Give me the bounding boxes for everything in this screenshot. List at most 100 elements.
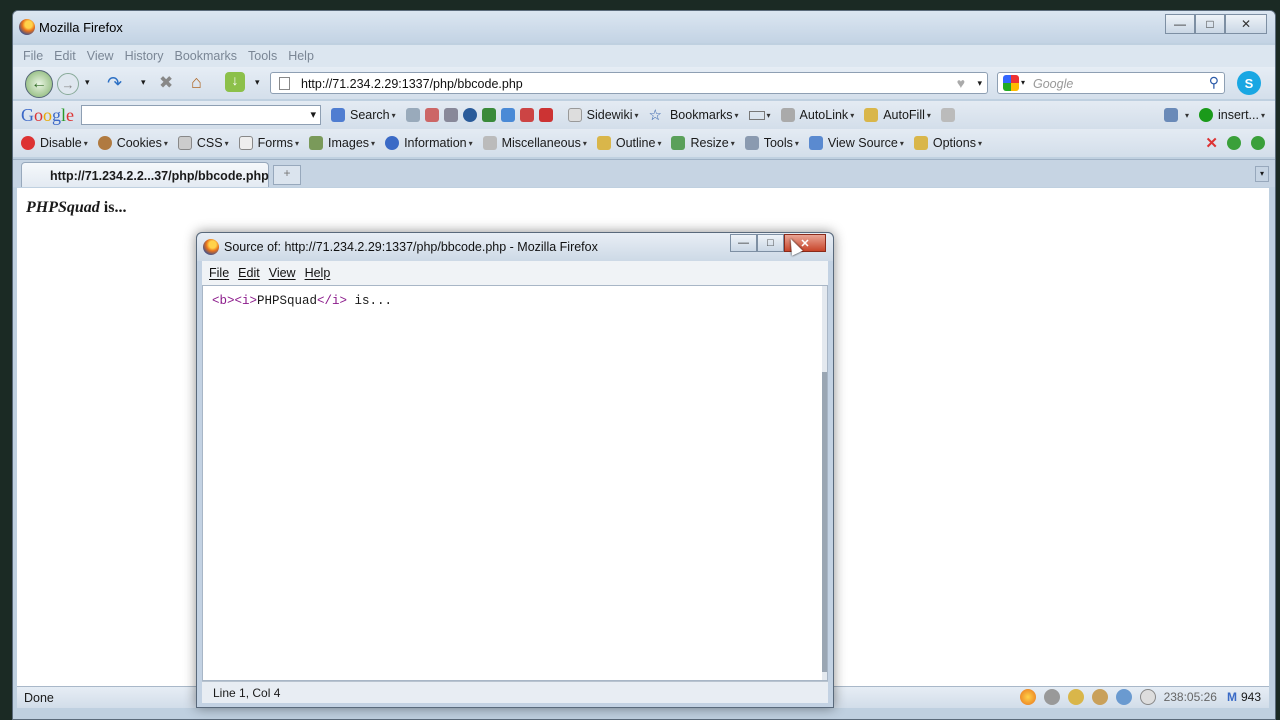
source-scrollbar[interactable]: [822, 286, 827, 680]
source-code: <b><i>PHPSquad</i> is...: [212, 294, 392, 308]
firefox-status-icon[interactable]: [1019, 689, 1036, 705]
firefox-icon: [203, 239, 219, 255]
greasemonkey-icon[interactable]: [1091, 689, 1108, 705]
resize-menu[interactable]: Resize ▾: [671, 136, 735, 150]
firefox-icon: [19, 19, 35, 35]
forms-icon: [238, 136, 253, 150]
wrench-button[interactable]: ▾: [1163, 108, 1189, 122]
wand-icon: [780, 108, 795, 122]
source-menu-bar: File Edit View Help: [202, 261, 828, 285]
menu-edit[interactable]: Edit: [54, 49, 76, 63]
url-dropdown-icon[interactable]: ▾: [977, 78, 982, 89]
puzzle-status-icon[interactable]: [1067, 689, 1084, 705]
forms-menu[interactable]: Forms ▾: [238, 136, 299, 150]
history-dropdown-icon[interactable]: ▾: [85, 77, 90, 88]
wrench-icon: [1163, 108, 1178, 122]
miscellaneous-menu[interactable]: Miscellaneous ▾: [482, 136, 587, 150]
insert-button[interactable]: insert... ▾: [1198, 108, 1265, 122]
new-tab-button[interactable]: +: [273, 165, 301, 185]
title-bar[interactable]: Mozilla Firefox — □ ✕: [13, 11, 1275, 43]
up-arrow-icon: [405, 108, 420, 122]
gmail-icon[interactable]: M: [1227, 690, 1237, 704]
close-button[interactable]: ✕: [1225, 14, 1267, 34]
pagerank-meter[interactable]: ▾: [748, 110, 771, 120]
source-menu-view[interactable]: View: [269, 266, 296, 280]
tools-icon: [744, 136, 759, 150]
code-text: PHPSquad: [257, 294, 318, 308]
search-icon[interactable]: ⚲: [1209, 74, 1219, 91]
source-menu-edit[interactable]: Edit: [238, 266, 260, 280]
autofill-icon: [864, 108, 879, 122]
autofill-button[interactable]: AutoFill ▾: [864, 108, 931, 122]
css-menu[interactable]: CSS ▾: [177, 136, 229, 150]
tools-menu[interactable]: Tools ▾: [744, 136, 799, 150]
view-source-menu[interactable]: View Source ▾: [808, 136, 904, 150]
search-placeholder: Google: [1033, 77, 1074, 91]
status-tray: 238:05:26 M 943: [1019, 689, 1261, 705]
options-menu[interactable]: Options ▾: [913, 136, 982, 150]
forward-button[interactable]: →: [57, 73, 79, 95]
menu-file[interactable]: File: [23, 49, 43, 63]
outline-menu[interactable]: Outline ▾: [596, 136, 661, 150]
stop-icon[interactable]: ✖: [159, 73, 173, 93]
minimize-button[interactable]: —: [1165, 14, 1195, 34]
error-x-icon[interactable]: ✕: [1205, 134, 1218, 152]
menu-tools[interactable]: Tools: [248, 49, 277, 63]
tab-strip: http://71.234.2.2...37/php/bbcode.php + …: [13, 159, 1275, 187]
status-green-icon: [1198, 108, 1213, 122]
download-icon[interactable]: ↓: [225, 72, 245, 92]
toolbar-icons-group-1[interactable]: [405, 108, 558, 122]
css-icon: [177, 136, 192, 150]
tab-list-dropdown-icon[interactable]: ▾: [1255, 166, 1269, 182]
disable-menu[interactable]: Disable ▾: [21, 136, 88, 150]
source-menu-help[interactable]: Help: [305, 266, 331, 280]
skype-icon[interactable]: S: [1237, 71, 1261, 95]
source-minimize-button[interactable]: —: [730, 234, 757, 252]
reload-icon[interactable]: ↷: [107, 73, 122, 94]
menu-bookmarks[interactable]: Bookmarks: [174, 49, 237, 63]
navigation-toolbar: ← → ▾ ↷ ▾ ✖ ⌂ ↓ ▾ http://71.234.2.29:133…: [13, 67, 1275, 99]
code-open-tags: <b><i>: [212, 294, 258, 308]
download-dropdown-icon[interactable]: ▾: [255, 77, 260, 88]
search-engine-dropdown-icon[interactable]: ▾: [1021, 78, 1025, 87]
bank-icon: [443, 108, 458, 122]
autolink-button[interactable]: AutoLink ▾: [780, 108, 854, 122]
reload-dropdown-icon[interactable]: ▾: [141, 77, 146, 88]
view-source-icon: [808, 136, 823, 150]
google-search-engine-icon[interactable]: [1003, 75, 1019, 91]
pagerank-icon: [748, 110, 765, 120]
tab-bbcode[interactable]: http://71.234.2.2...37/php/bbcode.php: [21, 162, 269, 187]
cookies-icon: [97, 136, 112, 150]
menu-view[interactable]: View: [87, 49, 114, 63]
gray-status-icon[interactable]: [1043, 689, 1060, 705]
check-icon[interactable]: [1227, 136, 1241, 150]
cookies-menu[interactable]: Cookies ▾: [97, 136, 168, 150]
maximize-button[interactable]: □: [1195, 14, 1225, 34]
plus-icon: [500, 108, 515, 122]
google-search-button[interactable]: Search ▾: [331, 108, 396, 122]
favorite-heart-icon[interactable]: ♥: [957, 75, 965, 91]
check-icon-2[interactable]: [1251, 136, 1265, 150]
search-bar[interactable]: ▾ Google ⚲: [997, 72, 1225, 94]
images-menu[interactable]: Images ▾: [309, 136, 375, 150]
page-text: PHPSquad is...: [26, 199, 126, 217]
pencil-button[interactable]: [940, 108, 960, 122]
web-developer-toolbar: Disable ▾ Cookies ▾ CSS ▾ Forms ▾ Images ▾ In…: [13, 129, 1275, 157]
source-menu-file[interactable]: File: [209, 266, 229, 280]
source-title-bar[interactable]: Source of: http://71.234.2.29:1337/php/b…: [197, 233, 833, 261]
globe-icon: [462, 108, 477, 122]
sidewiki-button[interactable]: Sidewiki ▾: [567, 108, 639, 122]
google-search-input[interactable]: [81, 105, 322, 125]
url-bar[interactable]: http://71.234.2.29:1337/php/bbcode.php ♥…: [270, 72, 988, 94]
back-button[interactable]: ←: [25, 70, 53, 98]
information-menu[interactable]: Information ▾: [385, 136, 473, 150]
miscellaneous-icon: [482, 136, 497, 150]
source-maximize-button[interactable]: □: [757, 234, 784, 252]
screen-status-icon[interactable]: [1115, 689, 1132, 705]
menu-help[interactable]: Help: [288, 49, 314, 63]
source-code-area[interactable]: <b><i>PHPSquad</i> is...: [202, 285, 828, 681]
menu-history[interactable]: History: [125, 49, 164, 63]
bookmarks-button[interactable]: ☆ Bookmarks ▾: [649, 106, 739, 124]
home-icon[interactable]: ⌂: [191, 72, 202, 93]
status-text: Done: [24, 691, 54, 705]
